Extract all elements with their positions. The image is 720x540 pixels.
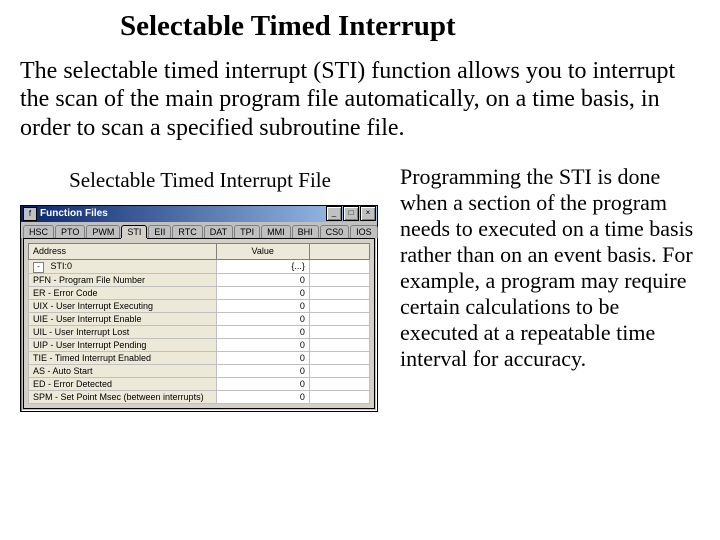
tab-rtc[interactable]: RTC	[172, 225, 202, 238]
table-row[interactable]: SPM - Set Point Msec (between interrupts…	[29, 390, 370, 403]
right-paragraph: Programming the STI is done when a secti…	[400, 164, 700, 412]
function-files-window: f Function Files _ □ × HSC PTO PWM STI E…	[20, 205, 378, 412]
group-value: {...}	[216, 259, 309, 273]
table-row[interactable]: UIE - User Interrupt Enable0	[29, 312, 370, 325]
group-label: STI:0	[51, 261, 73, 271]
sti-grid: Address Value - STI:0 {...} P	[28, 243, 370, 404]
table-row[interactable]: UIP - User Interrupt Pending0	[29, 338, 370, 351]
tab-mmi[interactable]: MMI	[261, 225, 291, 238]
tab-sti[interactable]: STI	[121, 225, 147, 238]
tab-tpi[interactable]: TPI	[234, 225, 260, 238]
tab-dat[interactable]: DAT	[204, 225, 233, 238]
tab-strip: HSC PTO PWM STI EII RTC DAT TPI MMI BHI …	[21, 222, 377, 238]
minimize-button[interactable]: _	[326, 206, 342, 221]
table-row[interactable]: AS - Auto Start0	[29, 364, 370, 377]
tab-hsc[interactable]: HSC	[23, 225, 54, 238]
table-row[interactable]: PFN - Program File Number0	[29, 273, 370, 286]
grid-header-row: Address Value	[29, 243, 370, 259]
tab-ios[interactable]: IOS	[350, 225, 378, 238]
table-row[interactable]: ED - Error Detected0	[29, 377, 370, 390]
table-row[interactable]: UIX - User Interrupt Executing0	[29, 299, 370, 312]
intro-paragraph: The selectable timed interrupt (STI) fun…	[20, 57, 700, 142]
collapse-icon[interactable]: -	[33, 262, 44, 273]
table-row[interactable]: ER - Error Code0	[29, 286, 370, 299]
group-blank	[309, 259, 369, 273]
window-titlebar: f Function Files _ □ ×	[21, 206, 377, 222]
group-row[interactable]: - STI:0 {...}	[29, 259, 370, 273]
tab-bhi[interactable]: BHI	[292, 225, 319, 238]
close-button[interactable]: ×	[360, 206, 376, 221]
tab-pwm[interactable]: PWM	[86, 225, 120, 238]
tab-pto[interactable]: PTO	[55, 225, 85, 238]
window-title-text: Function Files	[40, 208, 325, 219]
figure-caption: Selectable Timed Interrupt File	[20, 168, 380, 193]
tab-pane: Address Value - STI:0 {...} P	[23, 238, 375, 409]
table-row[interactable]: UIL - User Interrupt Lost0	[29, 325, 370, 338]
page-title: Selectable Timed Interrupt	[20, 10, 700, 43]
col-blank	[309, 243, 369, 259]
tab-eii[interactable]: EII	[148, 225, 171, 238]
col-address: Address	[29, 243, 217, 259]
col-value: Value	[216, 243, 309, 259]
window-icon: f	[23, 207, 37, 221]
maximize-button[interactable]: □	[343, 206, 359, 221]
table-row[interactable]: TIE - Timed Interrupt Enabled0	[29, 351, 370, 364]
tab-cs0[interactable]: CS0	[320, 225, 350, 238]
